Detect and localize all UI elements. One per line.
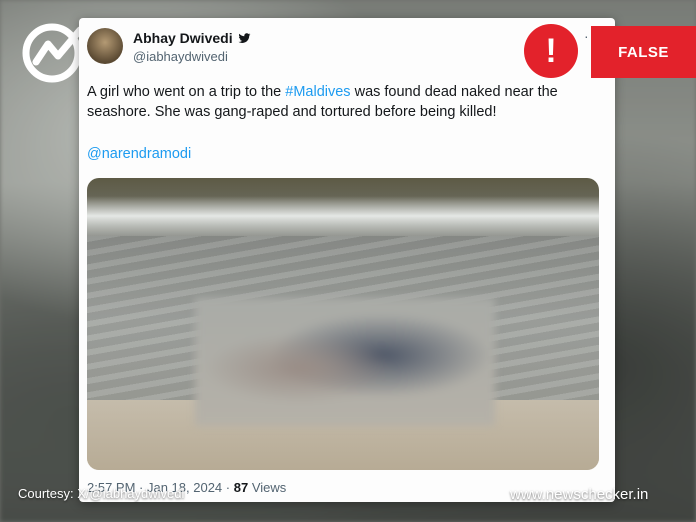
- author-handle[interactable]: @iabhaydwivedi: [133, 49, 228, 64]
- verdict-false-badge: FALSE: [591, 26, 696, 78]
- author-name[interactable]: Abhay Dwivedi: [133, 30, 251, 46]
- site-url[interactable]: www.newschecker.in: [510, 486, 648, 503]
- alert-icon: !: [524, 24, 578, 78]
- tweet-text: A girl who went on a trip to the #Maldiv…: [87, 84, 558, 120]
- tweet-card[interactable]: Abhay Dwivedi @iabhaydwivedi ··· A girl …: [79, 18, 615, 502]
- hashtag-link[interactable]: #Maldives: [285, 84, 350, 100]
- avatar[interactable]: [87, 28, 123, 64]
- courtesy-credit: Courtesy: X/@iabhaydwivedi: [18, 486, 185, 501]
- blurred-region: [195, 298, 495, 426]
- tweet-media-image[interactable]: [87, 178, 599, 470]
- twitter-bird-icon: [238, 32, 251, 43]
- mention-link[interactable]: @narendramodi: [87, 146, 191, 162]
